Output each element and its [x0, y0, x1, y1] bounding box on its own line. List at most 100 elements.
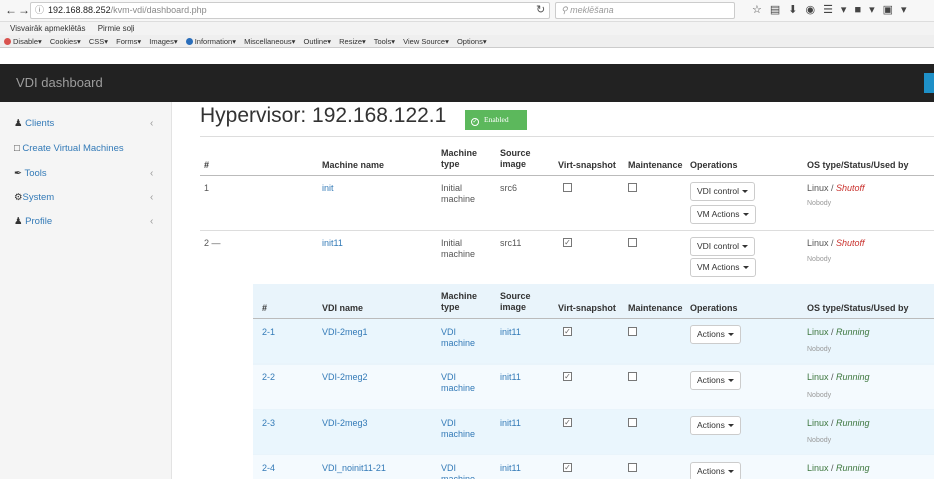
- col-header-maintenance: Maintenance: [628, 160, 683, 170]
- row-id[interactable]: 2 —: [204, 238, 221, 249]
- machine-type: Initial machine: [441, 238, 476, 259]
- webdev-forms[interactable]: Forms▾: [116, 37, 141, 46]
- virt-snapshot-checkbox[interactable]: ✓: [563, 238, 572, 247]
- virt-snapshot-checkbox[interactable]: ✓: [563, 418, 572, 427]
- button-label: Actions: [697, 329, 725, 339]
- chevron-left-icon[interactable]: ‹: [150, 192, 153, 203]
- button-label: VDI control: [697, 241, 740, 251]
- webdev-tools[interactable]: Tools▾: [374, 37, 395, 46]
- machine-name-link[interactable]: init11: [322, 238, 343, 249]
- source-image: init11: [500, 463, 521, 473]
- reload-icon[interactable]: ↻: [536, 3, 545, 16]
- virt-snapshot-checkbox[interactable]: ✓: [563, 327, 572, 336]
- actions-button[interactable]: Actions: [690, 325, 741, 344]
- chevron-left-icon[interactable]: ‹: [150, 216, 153, 227]
- virt-snapshot-checkbox[interactable]: ✓: [563, 372, 572, 381]
- sidebar-item-label: System: [22, 192, 55, 203]
- webdev-options[interactable]: Options▾: [457, 37, 487, 46]
- os-type: Linux: [807, 463, 829, 473]
- source-image: src6: [500, 183, 518, 193]
- actions-button[interactable]: Actions: [690, 462, 741, 479]
- vm-status: Shutoff: [836, 183, 865, 193]
- vdi-name-link[interactable]: VDI-2meg3: [322, 418, 368, 429]
- webdev-css[interactable]: CSS▾: [89, 37, 108, 46]
- back-icon[interactable]: ←: [4, 3, 18, 17]
- webdev-view-source[interactable]: View Source▾: [403, 37, 449, 46]
- machine-type: VDI machine: [441, 372, 476, 393]
- sidebar-item-tools[interactable]: ✒ Tools: [14, 168, 47, 179]
- vm-status: Running: [836, 327, 870, 337]
- disable-icon: [4, 38, 11, 45]
- status-badge[interactable]: ✓ Enabled: [465, 110, 527, 130]
- webdev-miscellaneous[interactable]: Miscellaneous▾: [244, 37, 295, 46]
- user-icon: ♟: [14, 216, 23, 227]
- sidebar-item-profile[interactable]: ♟ Profile: [14, 216, 52, 227]
- sidebar-item-label: Profile: [25, 216, 53, 227]
- used-by: Nobody: [807, 346, 832, 353]
- table-row: [253, 410, 934, 454]
- navbar-action-button[interactable]: [924, 73, 934, 93]
- os-type: Linux: [807, 418, 829, 428]
- os-status: Linux / Shutoff: [807, 183, 865, 193]
- actions-button[interactable]: Actions: [690, 371, 741, 390]
- webdev-information[interactable]: Information▾: [185, 37, 236, 46]
- used-by: Nobody: [807, 392, 832, 399]
- page-title: Hypervisor: 192.168.122.1: [200, 104, 447, 127]
- chevron-left-icon[interactable]: ‹: [150, 168, 153, 179]
- maintenance-checkbox[interactable]: [628, 238, 637, 247]
- browser-search-input[interactable]: ⚲ meklēšana: [555, 2, 735, 19]
- webdev-outline[interactable]: Outline▾: [303, 37, 331, 46]
- sidebar-item-label: Clients: [25, 118, 55, 129]
- actions-button[interactable]: Actions: [690, 416, 741, 435]
- gears-icon: ⚙: [14, 192, 23, 203]
- vdi-name-link[interactable]: VDI-2meg1: [322, 327, 368, 338]
- os-status: Linux / Running: [807, 327, 870, 337]
- sidebar-item-system[interactable]: ⚙System: [14, 192, 54, 203]
- virt-snapshot-checkbox[interactable]: [563, 183, 572, 192]
- os-status: Linux / Shutoff: [807, 238, 865, 248]
- machine-type: VDI machine: [441, 418, 476, 439]
- brand-title[interactable]: VDI dashboard: [16, 75, 103, 90]
- vdi-col-header-id: #: [262, 303, 268, 313]
- col-header-machine-type: Machine type: [441, 148, 478, 169]
- vm-actions-button[interactable]: VM Actions: [690, 205, 756, 224]
- maintenance-checkbox[interactable]: [628, 183, 637, 192]
- maintenance-checkbox[interactable]: [628, 418, 637, 427]
- sidebar-item-clients[interactable]: ♟ Clients: [14, 118, 54, 129]
- vdi-control-button[interactable]: VDI control: [690, 182, 756, 201]
- source-image: init11: [500, 327, 521, 337]
- os-status: Linux / Running: [807, 463, 870, 473]
- webdev-resize[interactable]: Resize▾: [339, 37, 366, 46]
- sidebar: ♟ Clients ‹ □ Create Virtual Machines ✒ …: [0, 102, 172, 479]
- forward-icon[interactable]: →: [17, 3, 31, 17]
- url-host: 192.168.88.252: [48, 5, 111, 15]
- source-image: init11: [500, 418, 521, 428]
- webdev-disable[interactable]: Disable▾: [4, 37, 42, 46]
- vdi-col-header-maintenance: Maintenance: [628, 303, 683, 313]
- vdi-name-link[interactable]: VDI-2meg2: [322, 372, 368, 383]
- vdi-id: 2-2: [262, 372, 276, 382]
- bookmark-getting-started[interactable]: Pirmie soļi: [98, 24, 135, 33]
- vdi-name-link[interactable]: VDI_noinit11-21: [322, 463, 386, 474]
- source-image: init11: [500, 372, 521, 382]
- maintenance-checkbox[interactable]: [628, 327, 637, 336]
- sidebar-item-label: Create Virtual Machines: [22, 143, 124, 154]
- col-header-virt-snapshot: Virt-snapshot: [558, 160, 616, 170]
- chevron-left-icon[interactable]: ‹: [150, 118, 153, 129]
- maintenance-checkbox[interactable]: [628, 372, 637, 381]
- sidebar-item-create-vms[interactable]: □ Create Virtual Machines: [14, 143, 124, 154]
- maintenance-checkbox[interactable]: [628, 463, 637, 472]
- url-bar[interactable]: ⓘ 192.168.88.252/kvm-vdi/dashboard.php: [30, 2, 550, 19]
- vdi-id: 2-3: [262, 418, 276, 428]
- machine-name-link[interactable]: init: [322, 183, 334, 194]
- virt-snapshot-checkbox[interactable]: ✓: [563, 463, 572, 472]
- webdev-cookies[interactable]: Cookies▾: [50, 37, 81, 46]
- vdi-control-button[interactable]: VDI control: [690, 237, 756, 256]
- bookmark-most-visited[interactable]: Visvairāk apmeklētās: [10, 24, 85, 33]
- vm-actions-button[interactable]: VM Actions: [690, 258, 756, 277]
- webdev-images[interactable]: Images▾: [149, 37, 177, 46]
- info-icon[interactable]: ⓘ: [35, 5, 44, 15]
- vm-status: Running: [836, 372, 870, 382]
- machine-type: VDI machine: [441, 463, 476, 479]
- browser-toolbar-icons[interactable]: ☆▤⬇◉☰▾■▾▣▾: [752, 3, 915, 16]
